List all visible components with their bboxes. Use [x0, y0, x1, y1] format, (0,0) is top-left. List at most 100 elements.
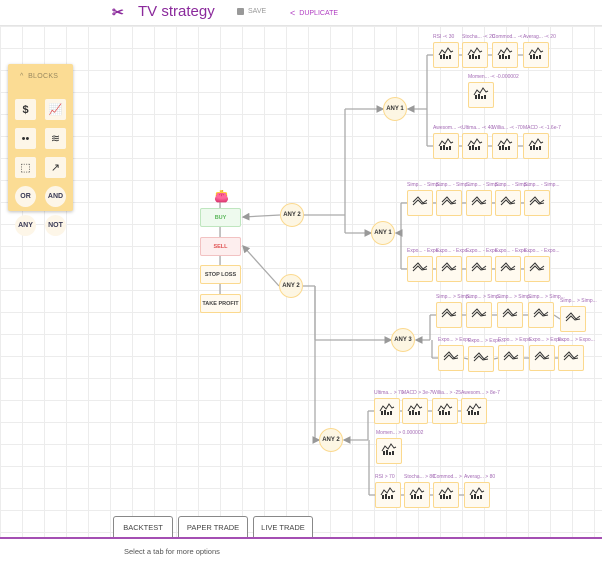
condition-label: Commod... -<: [492, 34, 523, 40]
any-3-gate[interactable]: ANY 3: [391, 328, 415, 352]
condition-node[interactable]: [464, 482, 490, 508]
condition-node[interactable]: [436, 256, 462, 282]
condition-label: Ultima... > 70: [374, 390, 404, 396]
strategy-canvas[interactable]: ^ BLOCKS $ 📈 •• ≋ ⬚ ↗ OR AND ANY NOT 👛 B…: [0, 26, 602, 538]
bar-chart-icon[interactable]: 📈: [45, 99, 66, 120]
condition-node[interactable]: [462, 133, 488, 159]
moving-average-cross-icon: [500, 194, 516, 212]
any-1-gate[interactable]: ANY 1: [383, 97, 407, 121]
condition-node[interactable]: [497, 302, 523, 328]
indicator-chart-icon: [438, 46, 454, 65]
indicator-chart-icon: [528, 137, 544, 156]
buy-block[interactable]: BUY: [200, 208, 241, 227]
condition-node[interactable]: [407, 190, 433, 216]
blocks-toggle[interactable]: ^ BLOCKS: [20, 73, 58, 80]
condition-node[interactable]: [524, 256, 550, 282]
condition-node[interactable]: [468, 82, 494, 108]
strategy-title[interactable]: TV strategy: [138, 3, 215, 20]
condition-node[interactable]: [498, 345, 524, 371]
tab-live-trade[interactable]: LIVE TRADE: [253, 516, 313, 538]
moving-average-cross-icon: [533, 306, 549, 324]
any-block[interactable]: ANY: [15, 215, 36, 236]
not-block[interactable]: NOT: [45, 215, 66, 236]
moving-average-cross-icon: [412, 260, 428, 278]
bottom-tabs: BACKTEST PAPER TRADE LIVE TRADE Select a…: [0, 516, 602, 561]
crossing-lines-icon[interactable]: ≋: [45, 128, 66, 149]
condition-node[interactable]: [461, 398, 487, 424]
condition-label: Simp... > Simp...: [560, 298, 597, 304]
condition-node[interactable]: [528, 302, 554, 328]
condition-node[interactable]: [558, 345, 584, 371]
trend-up-icon[interactable]: ↗: [45, 157, 66, 178]
condition-node[interactable]: [433, 482, 459, 508]
cube-icon[interactable]: ⬚: [15, 157, 36, 178]
indicator-chart-icon: [466, 402, 482, 421]
condition-label: Stocha... -< 20: [462, 34, 495, 40]
sell-block[interactable]: SELL: [200, 237, 241, 256]
moving-average-cross-icon: [412, 194, 428, 212]
any-2-buy-gate[interactable]: ANY 2: [280, 203, 304, 227]
moving-average-cross-icon: [565, 310, 581, 328]
indicator-chart-icon: [379, 402, 395, 421]
duplicate-button[interactable]: < DUPLICATE: [290, 8, 338, 18]
condition-node[interactable]: [560, 306, 586, 332]
condition-node[interactable]: [407, 256, 433, 282]
moving-average-cross-icon: [500, 260, 516, 278]
condition-node[interactable]: [523, 133, 549, 159]
condition-node[interactable]: [492, 42, 518, 68]
tab-hint: Select a tab for more options: [124, 547, 220, 556]
save-button[interactable]: SAVE: [237, 8, 266, 15]
condition-node[interactable]: [495, 256, 521, 282]
condition-node[interactable]: [376, 438, 402, 464]
indicator-chart-icon: [407, 402, 423, 421]
indicator-chart-icon: [467, 46, 483, 65]
any-2-gate[interactable]: ANY 2: [319, 428, 343, 452]
condition-node[interactable]: [466, 190, 492, 216]
condition-node[interactable]: [375, 482, 401, 508]
condition-label: Simp... - Simp...: [524, 182, 560, 188]
condition-label: MACD -< -1.6e-7: [523, 125, 561, 131]
and-block[interactable]: AND: [45, 186, 66, 207]
condition-node[interactable]: [436, 302, 462, 328]
condition-node[interactable]: [433, 133, 459, 159]
condition-node[interactable]: [438, 345, 464, 371]
dollar-icon[interactable]: $: [15, 99, 36, 120]
take-profit-block[interactable]: TAKE PROFIT: [200, 294, 241, 313]
condition-node[interactable]: [495, 190, 521, 216]
tab-backtest[interactable]: BACKTEST: [113, 516, 173, 538]
indicator-chart-icon: [438, 137, 454, 156]
connector: [241, 212, 281, 221]
or-block[interactable]: OR: [15, 186, 36, 207]
header: ✂ TV strategy SAVE < DUPLICATE: [0, 0, 602, 26]
condition-node[interactable]: [402, 398, 428, 424]
condition-node[interactable]: [466, 256, 492, 282]
condition-node[interactable]: [404, 482, 430, 508]
indicator-chart-icon: [467, 137, 483, 156]
condition-label: Awesom... > 8e-7: [461, 390, 500, 396]
paws-icon[interactable]: ••: [15, 128, 36, 149]
condition-node[interactable]: [529, 345, 555, 371]
tab-paper-trade[interactable]: PAPER TRADE: [178, 516, 248, 538]
any-2-sell-gate[interactable]: ANY 2: [279, 274, 303, 298]
moving-average-cross-icon: [473, 350, 489, 368]
indicator-chart-icon: [497, 137, 513, 156]
condition-label: Commod... >: [433, 474, 462, 480]
condition-label: Stocha... > 80: [404, 474, 435, 480]
any-1-gate[interactable]: ANY 1: [371, 221, 395, 245]
stop-loss-block[interactable]: STOP LOSS: [200, 265, 241, 284]
condition-label: Ultima... -< 40: [462, 125, 494, 131]
condition-label: Momen... -< -0.000002: [468, 74, 519, 80]
condition-node[interactable]: [468, 346, 494, 372]
condition-node[interactable]: [524, 190, 550, 216]
condition-node[interactable]: [374, 398, 400, 424]
condition-node[interactable]: [436, 190, 462, 216]
condition-node[interactable]: [492, 133, 518, 159]
condition-node[interactable]: [462, 42, 488, 68]
condition-node[interactable]: [466, 302, 492, 328]
condition-node[interactable]: [432, 398, 458, 424]
moving-average-cross-icon: [471, 306, 487, 324]
connector: [242, 245, 280, 287]
condition-node[interactable]: [433, 42, 459, 68]
condition-node[interactable]: [523, 42, 549, 68]
indicator-chart-icon: [381, 442, 397, 461]
